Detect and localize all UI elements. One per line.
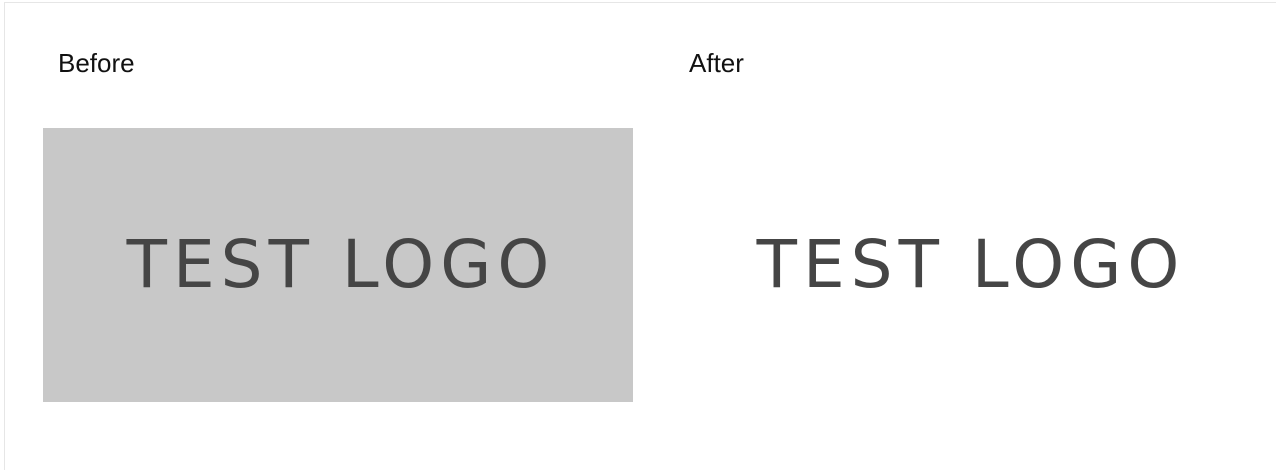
after-logo-image: TEST LOGO [673,128,1263,402]
after-label: After [689,48,744,78]
before-logo-image: TEST LOGO [43,128,633,402]
after-logo-text: TEST LOGO [756,226,1186,303]
before-logo-text: TEST LOGO [126,226,556,303]
before-label: Before [58,48,135,78]
